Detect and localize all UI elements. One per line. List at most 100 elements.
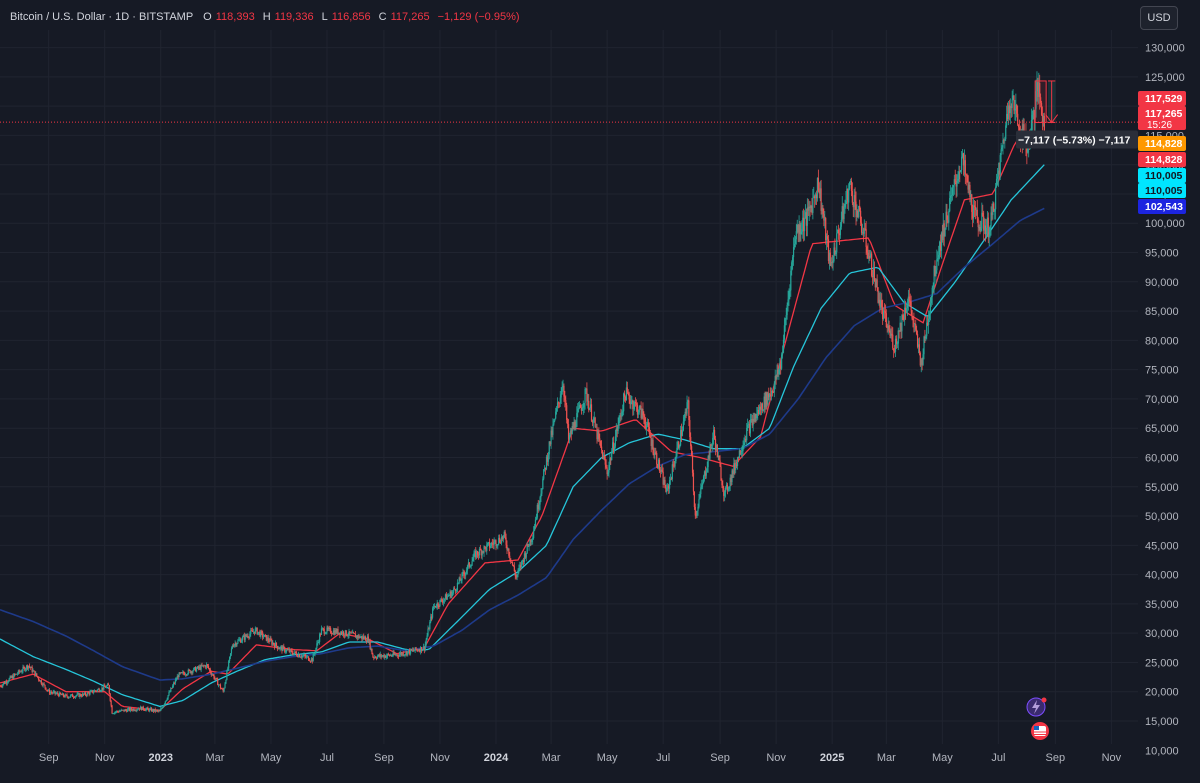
candle (837, 224, 840, 240)
candle (634, 400, 636, 411)
candle (806, 198, 808, 237)
x-tick-label: May (261, 752, 282, 764)
x-tick-label: Nov (95, 752, 115, 764)
candle (781, 352, 783, 371)
candle (13, 672, 15, 680)
candle (863, 219, 865, 237)
candle (1013, 95, 1015, 115)
candle (432, 606, 434, 620)
candle (525, 552, 527, 562)
open-value: 118,393 (215, 11, 255, 23)
candle (979, 220, 981, 235)
candle (89, 689, 91, 696)
time-axis[interactable]: Sep Nov 2023 Mar May Jul Sep Nov 2024 Mar May Jul Se… (0, 744, 1138, 774)
y-tick-label: 100,000 (1145, 218, 1185, 230)
candle (497, 544, 499, 550)
y-tick-label: 45,000 (1145, 540, 1179, 552)
candle (491, 538, 493, 548)
lightning-icon[interactable] (1026, 697, 1047, 717)
candle (358, 634, 360, 639)
candle (451, 589, 453, 599)
candle (170, 686, 172, 693)
candle (735, 459, 737, 474)
high-key: H (262, 11, 271, 23)
candle (982, 204, 984, 217)
x-tick-label: Jul (656, 752, 670, 764)
candle (454, 588, 457, 595)
candle (666, 483, 668, 495)
candle (579, 403, 582, 409)
x-tick-label: 2025 (820, 752, 844, 764)
candle (736, 456, 739, 470)
candle (987, 212, 989, 244)
candle (22, 664, 24, 674)
candle (69, 696, 71, 698)
candle (374, 654, 376, 659)
x-tick-label: May (932, 752, 953, 764)
y-tick-label: 40,000 (1145, 570, 1179, 582)
candle (52, 689, 54, 695)
candle (437, 602, 439, 609)
candle (82, 692, 84, 697)
candle (543, 469, 545, 481)
candle (953, 174, 955, 195)
svg-text:15:26: 15:26 (1147, 120, 1172, 131)
y-tick-label: 15,000 (1145, 716, 1179, 728)
low-value: 116,856 (331, 11, 371, 23)
candle (31, 665, 33, 674)
candle (636, 402, 639, 419)
bottom-icons[interactable] (1026, 697, 1049, 741)
candle (853, 188, 855, 218)
candle (749, 413, 752, 438)
y-tick-label: 25,000 (1145, 657, 1179, 669)
candle (254, 626, 256, 635)
candle (323, 626, 325, 636)
candle (342, 630, 345, 638)
x-tick-label: Jul (320, 752, 334, 764)
y-tick-label: 30,000 (1145, 628, 1179, 640)
candle (447, 593, 449, 598)
x-tick-label: Mar (205, 752, 224, 764)
candle (859, 199, 861, 212)
candle (147, 706, 149, 709)
candle (927, 310, 930, 334)
symbol-title[interactable]: Bitcoin / U.S. Dollar · 1D · BITSTAMP (10, 11, 193, 23)
candle (981, 202, 983, 232)
y-tick-label: 85,000 (1145, 306, 1179, 318)
candle (713, 427, 716, 441)
candlestick-chart[interactable]: −7,117 (−5.73%) −7,117 10,000 15,000 20,00… (0, 0, 1200, 783)
x-tick-label: Jul (991, 752, 1005, 764)
candles (0, 71, 1045, 715)
y-tick-label: 10,000 (1145, 745, 1179, 757)
candle (430, 613, 432, 624)
low-key: L (321, 11, 328, 23)
svg-text:102,543: 102,543 (1145, 201, 1183, 213)
candle (478, 546, 481, 559)
candle (679, 425, 682, 447)
ema-lines (0, 135, 1045, 712)
candle (371, 648, 373, 655)
candle (994, 208, 996, 220)
svg-text:110,005: 110,005 (1145, 185, 1183, 197)
candle (257, 632, 259, 636)
candle (510, 558, 512, 564)
candle (621, 409, 623, 420)
measure-box[interactable] (1034, 80, 1047, 124)
currency-button[interactable]: USD (1140, 6, 1178, 30)
candle (1011, 90, 1013, 117)
candle (1009, 98, 1011, 125)
us-flag-icon[interactable] (1031, 722, 1049, 740)
candle (216, 677, 218, 680)
candle (926, 316, 928, 340)
candle (726, 482, 729, 495)
y-tick-label: 20,000 (1145, 687, 1179, 699)
price-tag: 110,005 (1138, 183, 1186, 198)
high-value: 119,336 (274, 11, 314, 23)
y-tick-label: 65,000 (1145, 423, 1179, 435)
svg-text:114,828: 114,828 (1145, 138, 1183, 150)
candle (652, 433, 654, 456)
candle (902, 310, 904, 321)
candle (468, 562, 470, 569)
price-tags: 117,529117,26515:26114,828114,828110,005… (1138, 91, 1186, 214)
candle (671, 461, 673, 482)
